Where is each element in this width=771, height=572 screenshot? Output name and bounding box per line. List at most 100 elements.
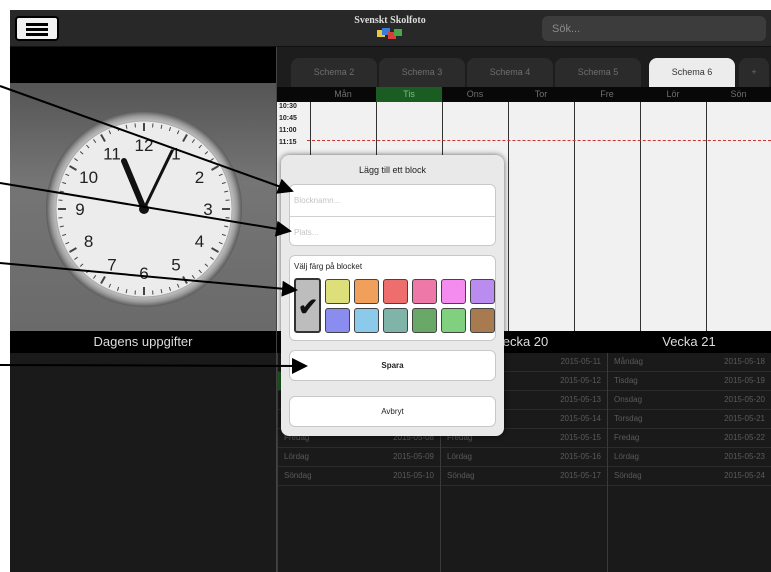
clock-number: 1 bbox=[171, 145, 180, 164]
date-row[interactable]: Fredag 2015-05-22 bbox=[608, 429, 771, 448]
block-fields bbox=[289, 184, 496, 246]
date-row[interactable]: Tisdag 2015-05-19 bbox=[608, 372, 771, 391]
block-name-input[interactable] bbox=[290, 185, 495, 216]
logo-blocks-icon bbox=[377, 28, 403, 40]
date-row[interactable]: Onsdag 2015-05-20 bbox=[608, 391, 771, 410]
date-value: 2015-05-16 bbox=[560, 452, 601, 461]
color-swatch[interactable] bbox=[383, 308, 408, 333]
color-swatch[interactable] bbox=[412, 308, 437, 333]
color-swatch[interactable] bbox=[383, 279, 408, 304]
color-swatch[interactable] bbox=[325, 308, 350, 333]
color-swatch-selected[interactable]: ✔ bbox=[294, 278, 321, 333]
clock-number: 6 bbox=[139, 264, 148, 283]
time-label: 10:45 bbox=[279, 115, 297, 122]
task-list-area bbox=[10, 353, 276, 572]
date-value: 2015-05-12 bbox=[560, 376, 601, 385]
stage: Svenskt Skolfoto 12 12 3 45 6 789 10 11 bbox=[0, 0, 771, 572]
date-value: 2015-05-22 bbox=[724, 433, 765, 442]
day-name: Söndag bbox=[614, 471, 642, 480]
menu-line-icon bbox=[26, 33, 48, 36]
cancel-button[interactable]: Avbryt bbox=[289, 396, 496, 427]
date-value: 2015-05-10 bbox=[393, 471, 434, 480]
color-swatch[interactable] bbox=[470, 308, 495, 333]
date-row[interactable]: Söndag 2015-05-17 bbox=[441, 467, 607, 486]
day-header-tue: Tis bbox=[376, 87, 442, 102]
date-value: 2015-05-13 bbox=[560, 395, 601, 404]
logo-text: Svenskt Skolfoto bbox=[354, 15, 426, 26]
week-21-column: Måndag 2015-05-18 Tisdag 2015-05-19 Onsdag 20… bbox=[607, 353, 771, 572]
day-header-fri: Fre bbox=[600, 89, 614, 99]
day-name: Lördag bbox=[284, 452, 309, 461]
add-tab-button[interactable]: + bbox=[739, 58, 769, 87]
logo: Svenskt Skolfoto bbox=[340, 13, 440, 43]
color-swatch[interactable] bbox=[412, 279, 437, 304]
menu-line-icon bbox=[26, 28, 48, 31]
tab-schema-4[interactable]: Schema 4 bbox=[467, 58, 553, 87]
date-value: 2015-05-17 bbox=[560, 471, 601, 480]
color-swatch[interactable] bbox=[441, 308, 466, 333]
date-value: 2015-05-21 bbox=[724, 414, 765, 423]
color-swatch[interactable] bbox=[470, 279, 495, 304]
block-place-input[interactable] bbox=[290, 216, 495, 245]
date-value: 2015-05-18 bbox=[724, 357, 765, 366]
time-label: 10:30 bbox=[279, 103, 297, 110]
date-row[interactable]: Lördag 2015-05-23 bbox=[608, 448, 771, 467]
clock-number: 11 bbox=[103, 145, 121, 164]
week-21-title: Vecka 21 bbox=[662, 334, 716, 349]
weekday-header: Mån Tis Ons Tor Fre Lör Sön bbox=[277, 87, 771, 102]
clock-panel: 12 1 2 3 4 5 6 7 8 9 10 11 bbox=[10, 83, 276, 331]
day-header-sun: Sön bbox=[730, 89, 747, 99]
search-input[interactable] bbox=[542, 16, 766, 41]
day-name: Lördag bbox=[614, 452, 639, 461]
clock-number: 12 bbox=[135, 136, 154, 155]
hamburger-menu-button[interactable] bbox=[15, 16, 59, 41]
clock-number: 7 bbox=[107, 255, 116, 274]
date-row[interactable]: Lördag 2015-05-09 bbox=[278, 448, 440, 467]
day-header-sat: Lör bbox=[666, 89, 680, 99]
day-header-thu: Tor bbox=[534, 89, 548, 99]
date-value: 2015-05-11 bbox=[560, 357, 601, 366]
clock-number: 8 bbox=[84, 232, 93, 251]
tab-schema-2[interactable]: Schema 2 bbox=[291, 58, 377, 87]
current-time-line bbox=[307, 140, 771, 141]
save-button[interactable]: Spara bbox=[289, 350, 496, 381]
date-row[interactable]: Lördag 2015-05-16 bbox=[441, 448, 607, 467]
date-row[interactable]: Torsdag 2015-05-21 bbox=[608, 410, 771, 429]
add-block-dialog: Lägg till ett block Välj färg på blocket… bbox=[281, 155, 504, 436]
day-name: Söndag bbox=[447, 471, 475, 480]
section-title-dagens-uppgifter: Dagens uppgifter bbox=[10, 331, 276, 353]
time-label: 11:15 bbox=[279, 139, 297, 146]
date-value: 2015-05-15 bbox=[560, 433, 601, 442]
color-picker-label: Välj färg på blocket bbox=[294, 262, 363, 271]
date-value: 2015-05-19 bbox=[724, 376, 765, 385]
date-value: 2015-05-23 bbox=[724, 452, 765, 461]
date-row[interactable]: Söndag 2015-05-10 bbox=[278, 467, 440, 486]
menu-line-icon bbox=[26, 23, 48, 26]
day-name: Fredag bbox=[614, 433, 640, 442]
schedule-tabs: Schema 2 Schema 3 Schema 4 Schema 5 Sche… bbox=[277, 47, 771, 87]
date-value: 2015-05-24 bbox=[724, 471, 765, 480]
checkmark-icon: ✔ bbox=[298, 294, 319, 321]
color-swatch[interactable] bbox=[441, 279, 466, 304]
color-swatch[interactable] bbox=[354, 308, 379, 333]
clock-number: 2 bbox=[195, 168, 204, 187]
clock-number: 10 bbox=[79, 168, 98, 187]
time-label: 11:00 bbox=[279, 127, 297, 134]
day-name: Torsdag bbox=[614, 414, 643, 423]
day-header-mon: Mån bbox=[334, 89, 352, 99]
color-swatch[interactable] bbox=[325, 279, 350, 304]
tab-schema-5[interactable]: Schema 5 bbox=[555, 58, 641, 87]
clock-number: 4 bbox=[195, 232, 204, 251]
date-row[interactable]: Måndag 2015-05-18 bbox=[608, 353, 771, 372]
day-name: Tisdag bbox=[614, 376, 638, 385]
date-value: 2015-05-20 bbox=[724, 395, 765, 404]
color-swatch[interactable] bbox=[354, 279, 379, 304]
day-header-wed: Ons bbox=[466, 89, 484, 99]
date-row[interactable]: Söndag 2015-05-24 bbox=[608, 467, 771, 486]
color-picker: Välj färg på blocket ✔ bbox=[289, 255, 496, 341]
top-bar: Svenskt Skolfoto bbox=[10, 10, 771, 47]
tab-schema-6[interactable]: Schema 6 bbox=[649, 58, 735, 87]
clock-number: 5 bbox=[171, 255, 180, 274]
dialog-title: Lägg till ett block bbox=[358, 165, 427, 175]
tab-schema-3[interactable]: Schema 3 bbox=[379, 58, 465, 87]
